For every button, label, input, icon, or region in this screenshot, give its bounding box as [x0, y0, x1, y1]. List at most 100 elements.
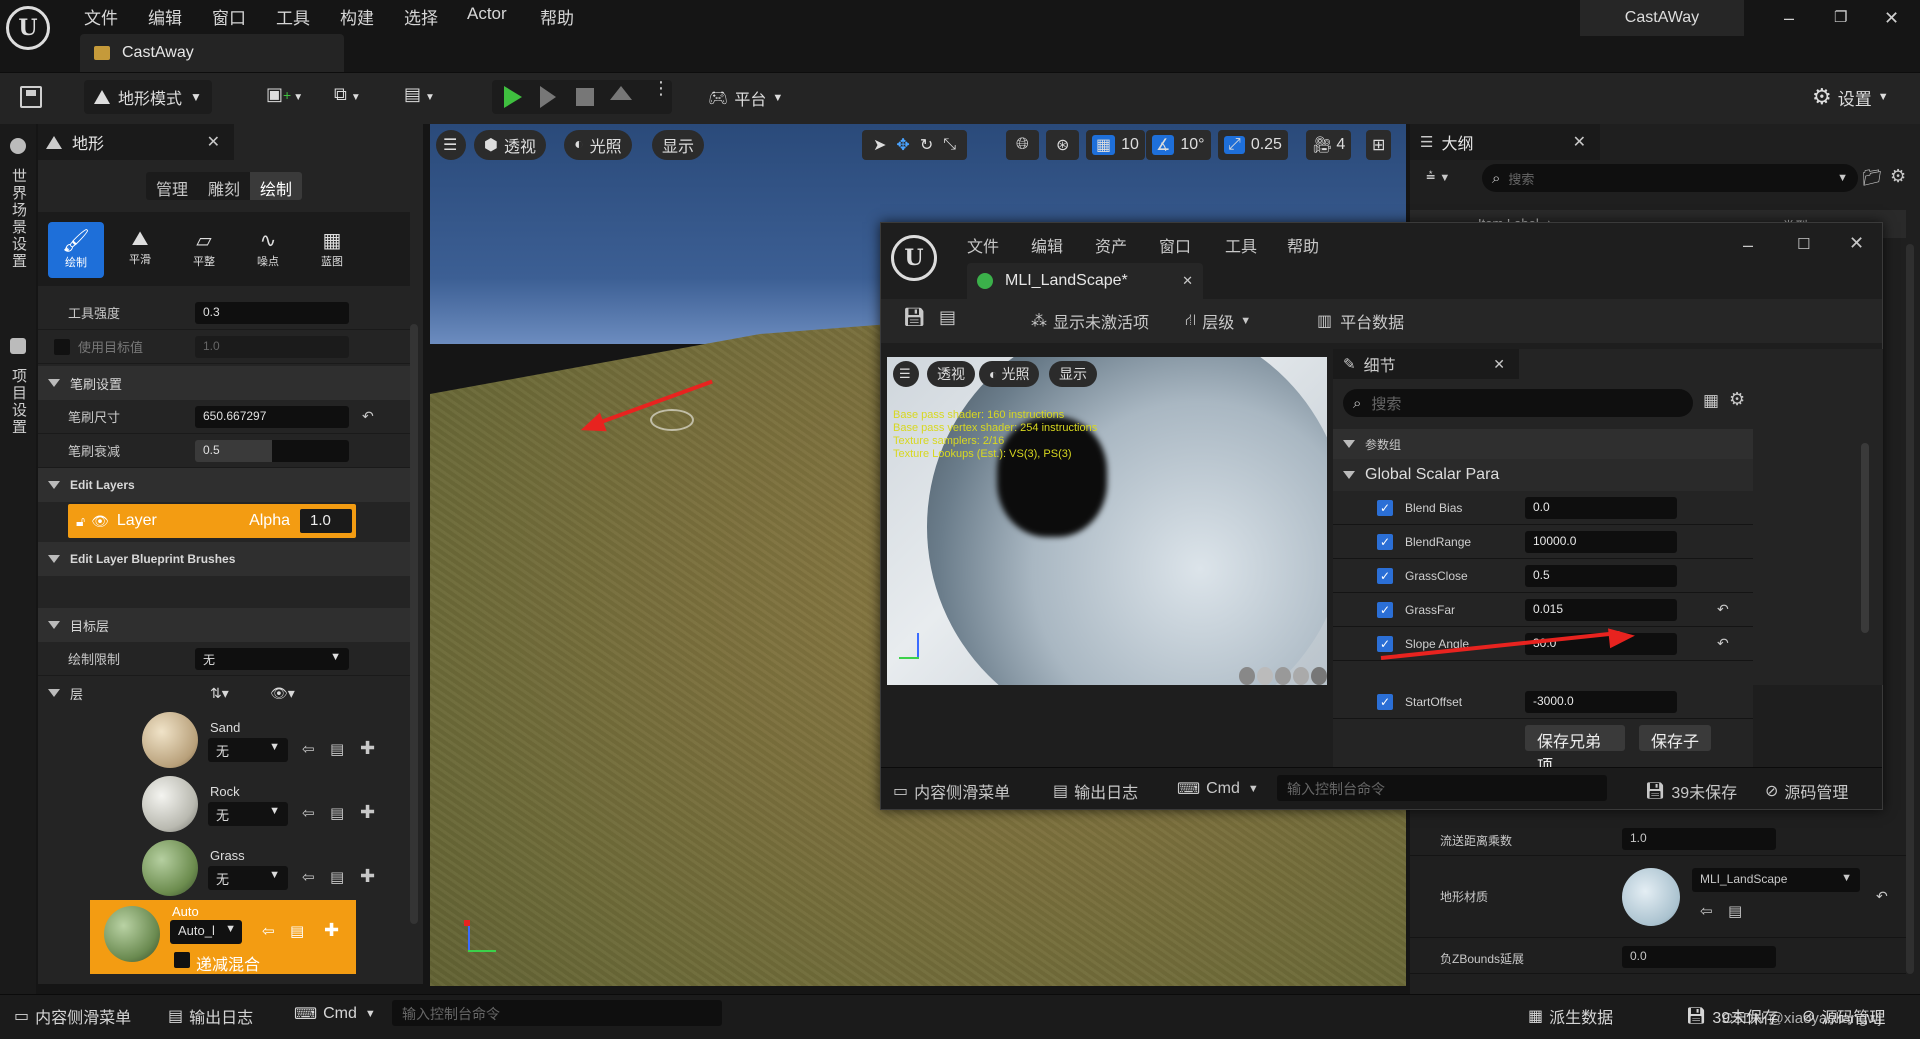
edit-layer-item[interactable]: 🔓︎ 👁︎ Layer Alpha 1.0 [68, 504, 356, 538]
browse-icon[interactable]: ▤ [330, 740, 344, 758]
close-icon[interactable]: ✕ [1493, 356, 1505, 373]
project-settings-tab[interactable]: 项目设置 [8, 368, 29, 436]
world-local-button[interactable]: 🌐︎ [1006, 130, 1039, 160]
add-icon[interactable]: ✚ [324, 920, 339, 941]
show-button[interactable]: 显示 [652, 130, 705, 160]
mie-menu-window[interactable]: 窗口 [1159, 233, 1191, 257]
layer-row-sand[interactable]: Sand 无 ▼ ⇦ ▤ ✚ [92, 708, 394, 772]
edit-layer-bp-section[interactable]: Edit Layer Blueprint Brushes [38, 542, 410, 576]
layer-row-rock[interactable]: Rock 无 ▼ ⇦ ▤ ✚ [92, 772, 394, 836]
editor-logo[interactable]: U [891, 235, 937, 281]
gear-icon[interactable]: ⚙ [1890, 166, 1906, 187]
close-tab-icon[interactable]: ✕ [1182, 273, 1193, 289]
menu-tools[interactable]: 工具 [276, 4, 310, 29]
brush-size-field[interactable]: 650.667297 [195, 406, 349, 428]
derived-data-button[interactable]: ▦ 派生数据 [1528, 1004, 1613, 1028]
sphere-icon[interactable] [1257, 667, 1273, 685]
use-selected-icon[interactable]: ⇦ [302, 740, 315, 758]
more-options-icon[interactable]: ⋮ [652, 79, 670, 97]
stop-icon[interactable] [576, 88, 594, 106]
browse-asset-icon[interactable]: ▤ [939, 307, 956, 328]
save-children-button[interactable]: 保存子 [1639, 725, 1711, 751]
output-log-button[interactable]: ▤ 输出日志 [168, 1004, 253, 1028]
browse-icon[interactable]: ▤ [290, 922, 304, 940]
close-icon[interactable]: ✕ [1849, 233, 1864, 254]
plane-icon[interactable] [1275, 667, 1291, 685]
eye-filter-icon[interactable]: 👁︎▾ [270, 685, 295, 702]
outliner-search-field[interactable]: ⌕ 搜索 ▼ [1482, 164, 1858, 192]
layer-info-select[interactable]: 无 ▼ [208, 866, 288, 890]
brush-falloff-field[interactable]: 0.5 [195, 440, 349, 462]
add-actor-icon[interactable]: ▣+ ▼ [266, 84, 306, 110]
browse-icon[interactable]: ▤ [330, 804, 344, 822]
world-settings-icon[interactable] [10, 138, 26, 154]
preview-shape-buttons[interactable] [1239, 667, 1327, 685]
scale-icon[interactable]: ⤡ [943, 136, 956, 154]
perspective-button[interactable]: ⬢ 透视 [474, 130, 546, 160]
cinematics-icon[interactable]: ▤ ▼ [404, 84, 444, 110]
tool-flatten[interactable]: ⏥ 平整 [176, 222, 232, 278]
menu-build[interactable]: 构建 [340, 4, 374, 29]
close-icon[interactable]: ✕ [207, 132, 220, 152]
mode-dropdown[interactable]: 地形模式 ▼ [84, 80, 212, 114]
details-search-field[interactable]: ⌕ 搜索 [1343, 389, 1693, 417]
play-icon[interactable] [504, 86, 522, 108]
cube-icon[interactable] [1293, 667, 1309, 685]
unreal-logo[interactable]: U [6, 6, 50, 50]
material-preview-viewport[interactable]: ☰ 透视 ◐ 光照 显示 Base pass shader: 160 instru… [887, 357, 1327, 685]
sort-icon[interactable]: ⇅▾ [210, 685, 229, 702]
use-selected-icon[interactable]: ⇦ [302, 804, 315, 822]
param-enable-checkbox[interactable]: ✓ [1377, 568, 1393, 584]
tool-paint[interactable]: 🖌︎ 绘制 [48, 222, 104, 278]
menu-actor[interactable]: Actor [467, 4, 507, 24]
tab-sculpt[interactable]: 雕刻 [198, 172, 251, 200]
param-value-field[interactable]: 0.5 [1525, 565, 1677, 587]
layer-row-grass[interactable]: Grass 无 ▼ ⇦ ▤ ✚ [92, 836, 394, 900]
grid-snap-button[interactable]: ▦ 10 [1086, 130, 1145, 160]
landscape-material-select[interactable]: MLI_LandScape ▼ [1692, 868, 1860, 892]
world-settings-tab[interactable]: 世界场景设置 [8, 168, 29, 270]
mie-menu-file[interactable]: 文件 [967, 233, 999, 257]
brush-settings-section[interactable]: 笔刷设置 [38, 366, 410, 400]
project-settings-icon[interactable] [10, 338, 26, 354]
viewport-menu-button[interactable]: ☰ [436, 130, 466, 160]
tool-smooth[interactable]: ⛰︎ 平滑 [112, 222, 168, 278]
param-value-field[interactable]: -3000.0 [1525, 691, 1677, 713]
translate-icon[interactable]: ✥ [896, 135, 909, 155]
param-enable-checkbox[interactable]: ✓ [1377, 534, 1393, 550]
browse-icon[interactable]: ▤ [330, 868, 344, 886]
close-icon[interactable]: ✕ [1884, 8, 1899, 29]
preview-show-button[interactable]: 显示 [1049, 361, 1097, 387]
platform-data-button[interactable]: ▥ 平台数据 [1317, 309, 1404, 333]
browse-icon[interactable]: ▤ [1728, 902, 1742, 920]
use-selected-icon[interactable]: ⇦ [302, 868, 315, 886]
console-input[interactable]: 输入控制台命令 [392, 1000, 722, 1026]
mie-asset-tab[interactable]: MLI_LandScape* ✕ [967, 263, 1203, 299]
step-icon[interactable] [540, 86, 556, 108]
param-enable-checkbox[interactable]: ✓ [1377, 500, 1393, 516]
mie-cmd-dropdown[interactable]: ⌨ Cmd ▼ [1177, 779, 1259, 799]
param-enable-checkbox[interactable]: ✓ [1377, 694, 1393, 710]
param-enable-checkbox[interactable]: ✓ [1377, 636, 1393, 652]
global-scalar-header[interactable]: Global Scalar Para [1333, 459, 1753, 491]
content-drawer-button[interactable]: ▭ 内容侧滑菜单 [14, 1004, 131, 1028]
param-enable-checkbox[interactable]: ✓ [1377, 602, 1393, 618]
menu-file[interactable]: 文件 [84, 4, 118, 29]
select-icon[interactable]: ➤ [873, 135, 886, 155]
minimize-icon[interactable]: – [1743, 235, 1753, 256]
paint-restriction-select[interactable]: 无 ▼ [195, 648, 349, 670]
mie-menu-edit[interactable]: 编辑 [1031, 233, 1063, 257]
hierarchy-button[interactable]: ⛙ 层级 ▼ [1185, 309, 1251, 333]
reset-icon[interactable]: ↶ [1717, 635, 1729, 652]
unlock-icon[interactable]: 🔓︎ [76, 513, 85, 530]
layer-row-auto-selected[interactable]: Auto Auto_l ▼ ⇦ ▤ ✚ 递减混合 [90, 900, 356, 974]
maximize-icon[interactable]: ❐ [1834, 8, 1847, 26]
stream-distance-field[interactable]: 1.0 [1622, 828, 1776, 850]
outliner-filter-button[interactable]: ⩮ ▼ [1426, 168, 1450, 186]
menu-help[interactable]: 帮助 [540, 4, 574, 29]
mie-source-control-button[interactable]: ⊘ 源码管理 [1765, 779, 1848, 803]
reset-icon[interactable]: ↶ [362, 408, 374, 425]
gear-icon[interactable]: ⚙ [1729, 389, 1745, 410]
use-selected-icon[interactable]: ⇦ [262, 922, 275, 940]
blueprint-icon[interactable]: ⧉ ▼ [334, 84, 374, 110]
